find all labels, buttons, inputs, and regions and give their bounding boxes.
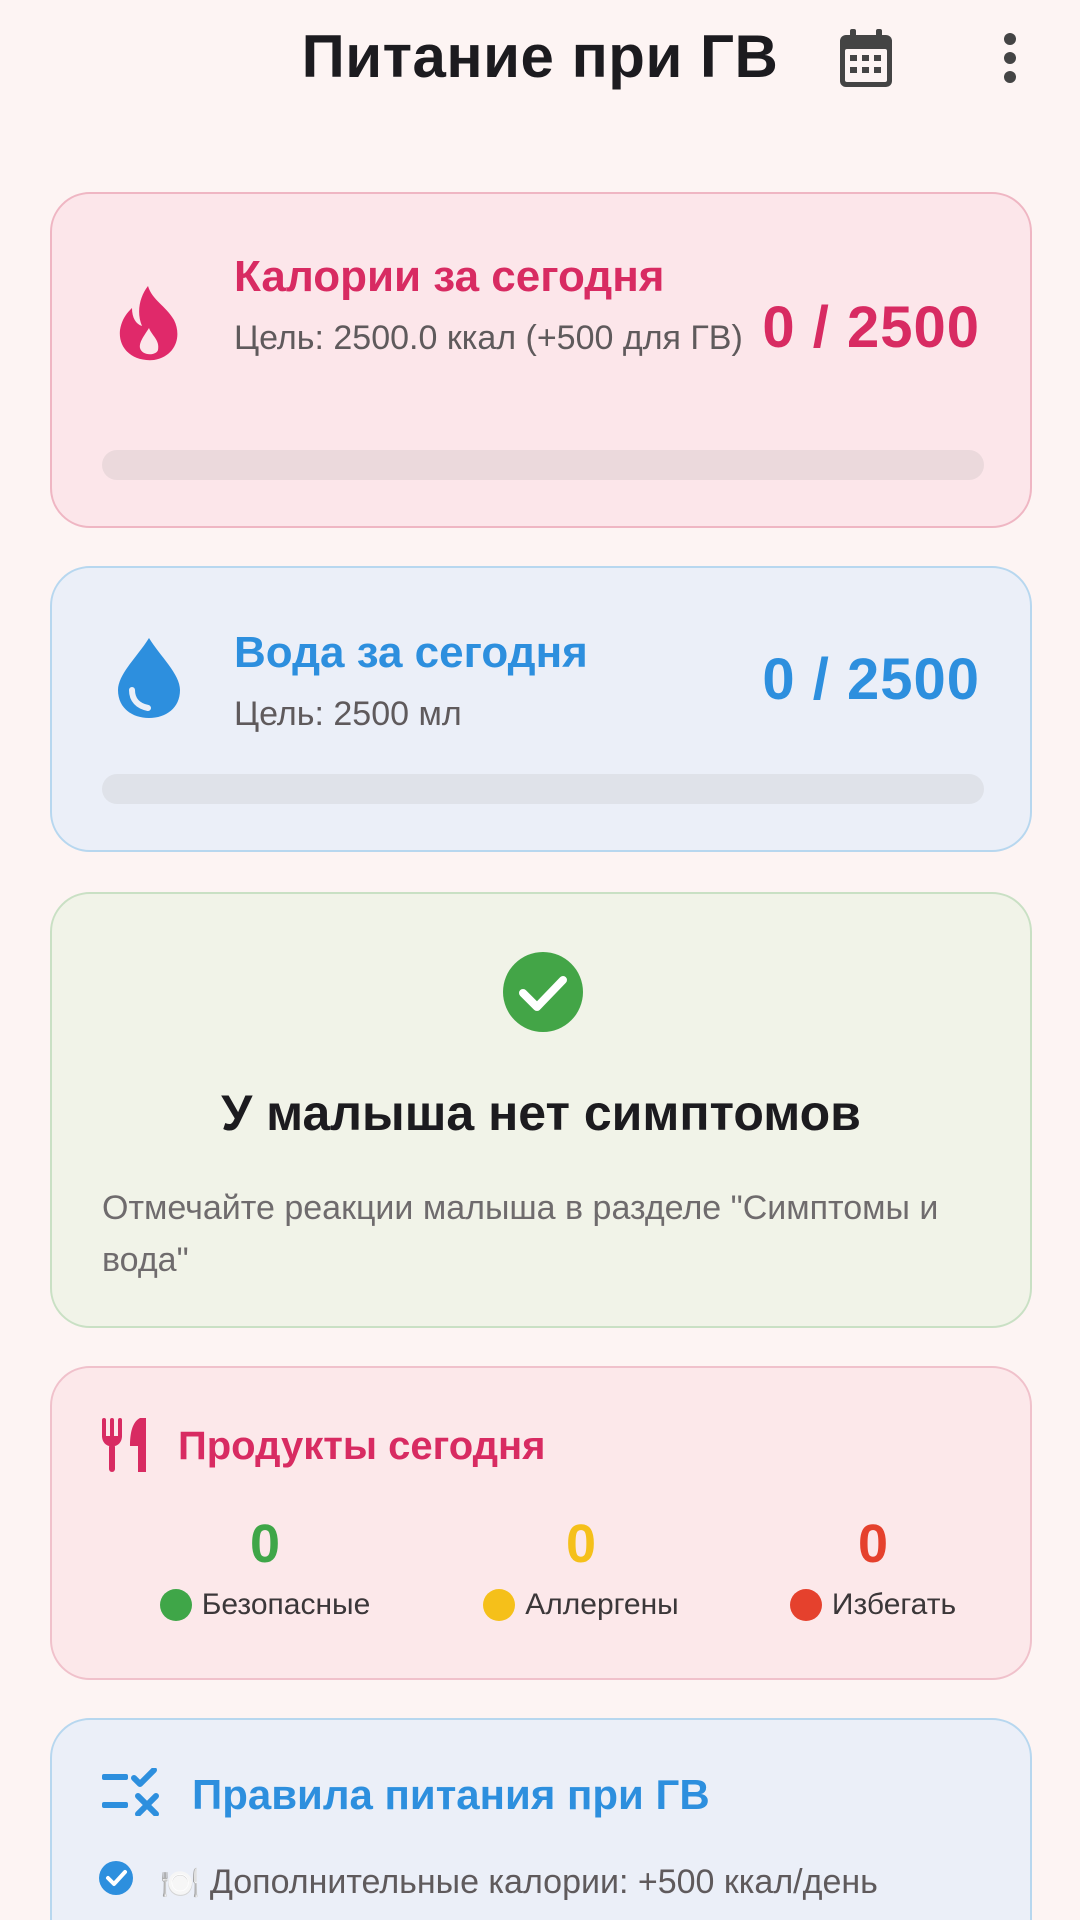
more-vert-icon[interactable]	[986, 26, 1034, 90]
stat-allergens-value: 0	[565, 1514, 597, 1574]
calories-title: Калории за сегодня	[234, 252, 665, 301]
fire-icon	[114, 282, 184, 362]
water-value: 0 / 2500	[762, 647, 980, 712]
baby-status-hint: Отмечайте реакции малыша в разделе "Симп…	[102, 1189, 939, 1279]
rule-text: Дополнительные калории: +500 ккал/день	[209, 1863, 878, 1901]
stat-avoid: 0 Избегать	[758, 1514, 988, 1622]
baby-symptoms-card: У малыша нет симптомов Отмечайте реакции…	[50, 892, 1032, 1328]
rules-card[interactable]: Правила питания при ГВ 🍽️ Дополнительные…	[50, 1718, 1032, 1920]
stat-safe: 0 Безопасные	[140, 1514, 390, 1622]
rules-header: Правила питания при ГВ	[100, 1767, 710, 1821]
products-header: Продукты сегодня	[100, 1416, 546, 1477]
water-drop-icon	[114, 636, 184, 718]
stat-allergens: 0 Аллергены	[456, 1514, 706, 1622]
app-bar: Питание при ГВ	[0, 0, 1080, 120]
water-progress-bar	[102, 774, 984, 804]
baby-status-title: У малыша нет симптомов	[221, 1085, 861, 1141]
stat-avoid-value: 0	[857, 1514, 889, 1574]
plate-icon: 🍽️	[160, 1864, 200, 1901]
stat-avoid-text: Избегать	[831, 1588, 957, 1621]
calories-progress-bar	[102, 450, 984, 480]
red-dot-icon	[789, 1589, 822, 1621]
green-dot-icon	[159, 1589, 192, 1621]
water-goal: Цель: 2500 мл	[234, 695, 462, 733]
page-title: Питание при ГВ	[301, 23, 779, 90]
calendar-icon[interactable]	[836, 26, 896, 90]
calories-goal: Цель: 2500.0 ккал (+500 для ГВ)	[234, 319, 743, 357]
restaurant-icon	[100, 1416, 150, 1477]
check-circle-icon	[501, 950, 585, 1034]
yellow-dot-icon	[483, 1589, 516, 1621]
calories-value: 0 / 2500	[762, 295, 980, 360]
stat-safe-value: 0	[249, 1514, 281, 1574]
calories-card[interactable]: Калории за сегодня Цель: 2500.0 ккал (+5…	[50, 192, 1032, 528]
stat-allergens-label: Аллергены	[456, 1588, 706, 1622]
stat-allergens-text: Аллергены	[525, 1588, 679, 1621]
stat-safe-label: Безопасные	[140, 1588, 390, 1622]
products-card[interactable]: Продукты сегодня 0 Безопасные 0 Аллерген…	[50, 1366, 1032, 1680]
rule-item: 🍽️ Дополнительные калории: +500 ккал/ден…	[98, 1860, 878, 1905]
water-title: Вода за сегодня	[234, 628, 588, 677]
stat-safe-text: Безопасные	[201, 1588, 371, 1621]
rules-title: Правила питания при ГВ	[192, 1770, 710, 1818]
products-title: Продукты сегодня	[178, 1424, 546, 1468]
water-card[interactable]: Вода за сегодня Цель: 2500 мл 0 / 2500	[50, 566, 1032, 852]
stat-avoid-label: Избегать	[758, 1588, 988, 1622]
checklist-icon	[100, 1767, 164, 1821]
check-circle-icon	[98, 1860, 134, 1905]
